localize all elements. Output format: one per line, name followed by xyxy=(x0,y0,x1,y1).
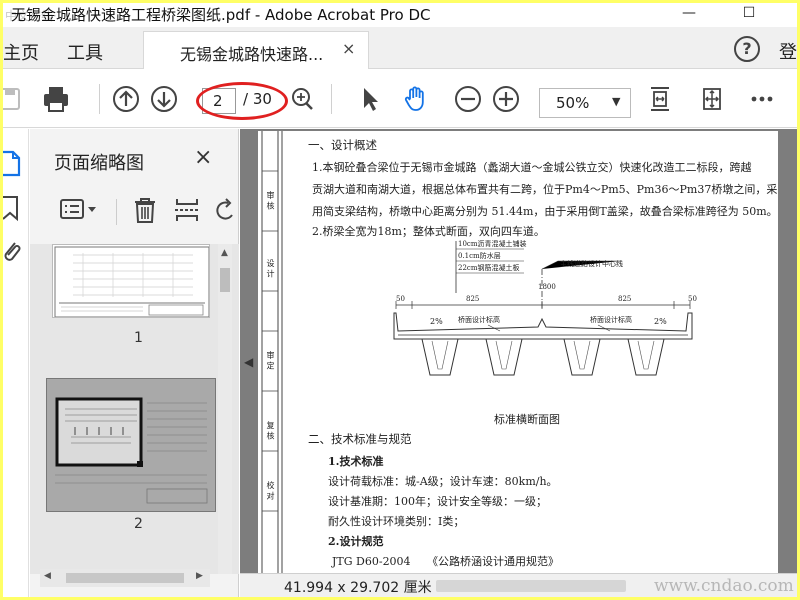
acrobat-window: 中文在线· 无锡金城路快速路工程桥梁图纸.pdf - Adobe Acrobat… xyxy=(3,3,797,597)
minimize-icon: — xyxy=(682,5,696,21)
dimension-label: 825 xyxy=(466,295,480,303)
toolbar-separator xyxy=(99,84,100,114)
previous-page-icon[interactable] xyxy=(111,84,141,114)
close-tab-icon[interactable]: × xyxy=(342,39,355,58)
stamp-design: 设 计 xyxy=(266,259,275,278)
paragraph-line: JTG D60-2004 《公路桥涵设计通用规范》 xyxy=(332,555,560,568)
paragraph-line: 用简支梁结构，桥墩中心距离分别为 51.44m，由于采用倒T盖梁，故叠合梁标准跨… xyxy=(312,205,778,218)
login-button[interactable]: 登 xyxy=(779,38,797,64)
panel-separator xyxy=(116,199,117,225)
page-thumbnail-1-preview xyxy=(54,246,209,317)
dimension-label: 1800 xyxy=(538,283,556,291)
paragraph-line: 耐久性设计环境类别：Ⅰ类； xyxy=(328,515,465,528)
cross-section-drawing xyxy=(393,241,693,376)
save-icon[interactable] xyxy=(3,84,25,114)
help-icon[interactable]: ? xyxy=(734,36,760,62)
figure-caption: 标准横断面图 xyxy=(494,413,560,426)
thumbnail-horizontal-scrollbar[interactable]: ◀ ▶ xyxy=(40,569,210,587)
zoom-select[interactable]: 50% ▼ xyxy=(539,88,631,118)
horizontal-scrollbar-thumb[interactable] xyxy=(66,573,184,583)
tab-tools[interactable]: 工具 xyxy=(67,39,103,65)
collapse-panel-icon[interactable]: ◀ xyxy=(244,355,253,369)
site-watermark: www.cndao.com xyxy=(654,576,794,596)
thumbnail-scrollbar[interactable]: ▲ xyxy=(218,244,232,574)
maximize-icon: ☐ xyxy=(742,5,756,21)
stamp-approve: 审 定 xyxy=(266,351,275,370)
zoom-tool-icon[interactable] xyxy=(287,84,317,114)
print-icon[interactable] xyxy=(41,84,71,114)
dimension-label: 50 xyxy=(396,295,405,303)
subsection-heading: 1.技术标准 xyxy=(328,455,384,468)
next-page-icon[interactable] xyxy=(149,84,179,114)
page-thumbnail-2-preview xyxy=(49,381,215,511)
section-heading: 一、设计概述 xyxy=(308,138,377,152)
thumbnail-label-1: 1 xyxy=(134,330,143,346)
layer-label: 10cm沥青混凝土铺装 xyxy=(458,240,527,248)
navigation-rail xyxy=(3,129,29,597)
minimize-button[interactable]: — xyxy=(669,3,709,27)
scroll-right-icon[interactable]: ▶ xyxy=(196,571,203,581)
thumbnail-label-2: 2 xyxy=(134,516,143,532)
centerline-label: 主线道路设计中心线 xyxy=(560,260,623,268)
tab-home[interactable]: 主页 xyxy=(3,39,39,65)
paragraph-line: 贡湖大道和南湖大道，根据总体布置共有二跨，位于Pm4～Pm5、Pm36～Pm37… xyxy=(312,183,778,196)
insert-page-icon[interactable] xyxy=(172,195,202,225)
title-bar: 中文在线· 无锡金城路快速路工程桥梁图纸.pdf - Adobe Acrobat… xyxy=(3,3,797,27)
layer-label: 22cm钢筋混凝土板 xyxy=(458,264,520,272)
bookmark-icon[interactable] xyxy=(3,193,23,223)
tab-document[interactable]: 无锡金城路快速路... × xyxy=(143,31,369,69)
scrollbar-thumb[interactable] xyxy=(220,268,230,292)
scroll-left-icon[interactable]: ◀ xyxy=(44,571,51,581)
paragraph-line: 设计基准期：100年；设计安全等级：一级； xyxy=(328,495,547,508)
document-tab-label: 无锡金城路快速路... xyxy=(180,45,324,64)
highlight-oval xyxy=(196,82,288,120)
panel-title: 页面缩略图 xyxy=(54,153,144,174)
thumbnail-options-icon[interactable] xyxy=(58,195,100,225)
close-panel-icon[interactable]: × xyxy=(194,145,212,170)
thumbnail-list: 1 2 ▲ xyxy=(30,244,239,574)
window-title: 无锡金城路快速路工程桥梁图纸.pdf - Adobe Acrobat Pro D… xyxy=(11,6,431,24)
more-options-icon[interactable] xyxy=(747,84,777,114)
subsection-heading: 2.设计规范 xyxy=(328,535,384,548)
pdf-page: 审 核 设 计 审 定 复 核 校 对 一、设计概述 1.本钢砼叠合梁位于无锡市… xyxy=(258,131,778,576)
toolbar-separator xyxy=(331,84,332,114)
layer-label: 0.1cm防水层 xyxy=(458,252,501,260)
paragraph-line: 1.本钢砼叠合梁位于无锡市金城路（蠡湖大道～金城公铁立交）快速化改造工二标段，跨… xyxy=(312,161,752,174)
dimension-label: 50 xyxy=(688,295,697,303)
hand-tool-icon[interactable] xyxy=(401,84,431,114)
grade-label: 桥面设计标高 xyxy=(458,316,500,324)
document-horizontal-scrollbar[interactable] xyxy=(436,580,626,592)
paragraph-line: 2.桥梁全宽为18m；整体式断面，双向四车道。 xyxy=(312,225,545,238)
dimension-label: 825 xyxy=(618,295,632,303)
tab-bar: 主页 工具 无锡金城路快速路... × ? 登 xyxy=(3,27,797,69)
full-screen-icon[interactable] xyxy=(697,84,727,114)
paragraph-line: 设计荷载标准：城-A级；设计车速：80km/h。 xyxy=(328,475,558,488)
section-heading: 二、技术标准与规范 xyxy=(308,432,412,446)
rotate-page-icon[interactable] xyxy=(214,195,236,225)
toolbar: 2 / 30 50% ▼ xyxy=(3,70,797,128)
attachment-icon[interactable] xyxy=(3,237,23,267)
zoom-out-icon[interactable] xyxy=(453,84,483,114)
zoom-value: 50% xyxy=(556,94,590,112)
thumbnails-panel: 页面缩略图 × 1 2 ▲ ◀ ▶ xyxy=(30,129,239,597)
stamp-proofread: 校 对 xyxy=(266,481,275,500)
stamp-review: 审 核 xyxy=(266,191,275,210)
delete-page-icon[interactable] xyxy=(130,195,160,225)
fit-page-icon[interactable] xyxy=(645,84,675,114)
page-dimensions: 41.994 x 29.702 厘米 xyxy=(284,580,432,596)
grade-label: 桥面设计标高 xyxy=(590,316,632,324)
maximize-button[interactable]: ☐ xyxy=(729,3,769,27)
document-view[interactable]: ◀ 审 核 设 计 审 定 复 核 校 对 一、设计概述 1.本钢砼叠合梁位于无… xyxy=(240,129,797,597)
chevron-down-icon: ▼ xyxy=(612,95,621,108)
slope-label: 2% xyxy=(430,317,443,326)
stamp-recheck: 复 核 xyxy=(266,421,275,440)
page-thumbnail-2[interactable] xyxy=(46,378,216,512)
zoom-in-icon[interactable] xyxy=(491,84,521,114)
select-cursor-icon[interactable] xyxy=(355,84,385,114)
slope-label: 2% xyxy=(654,317,667,326)
page-thumbnails-icon[interactable] xyxy=(3,149,23,179)
page-thumbnail-1[interactable] xyxy=(52,244,210,318)
status-bar: 41.994 x 29.702 厘米 www.cndao.com xyxy=(240,573,797,597)
scroll-up-icon[interactable]: ▲ xyxy=(221,248,228,258)
